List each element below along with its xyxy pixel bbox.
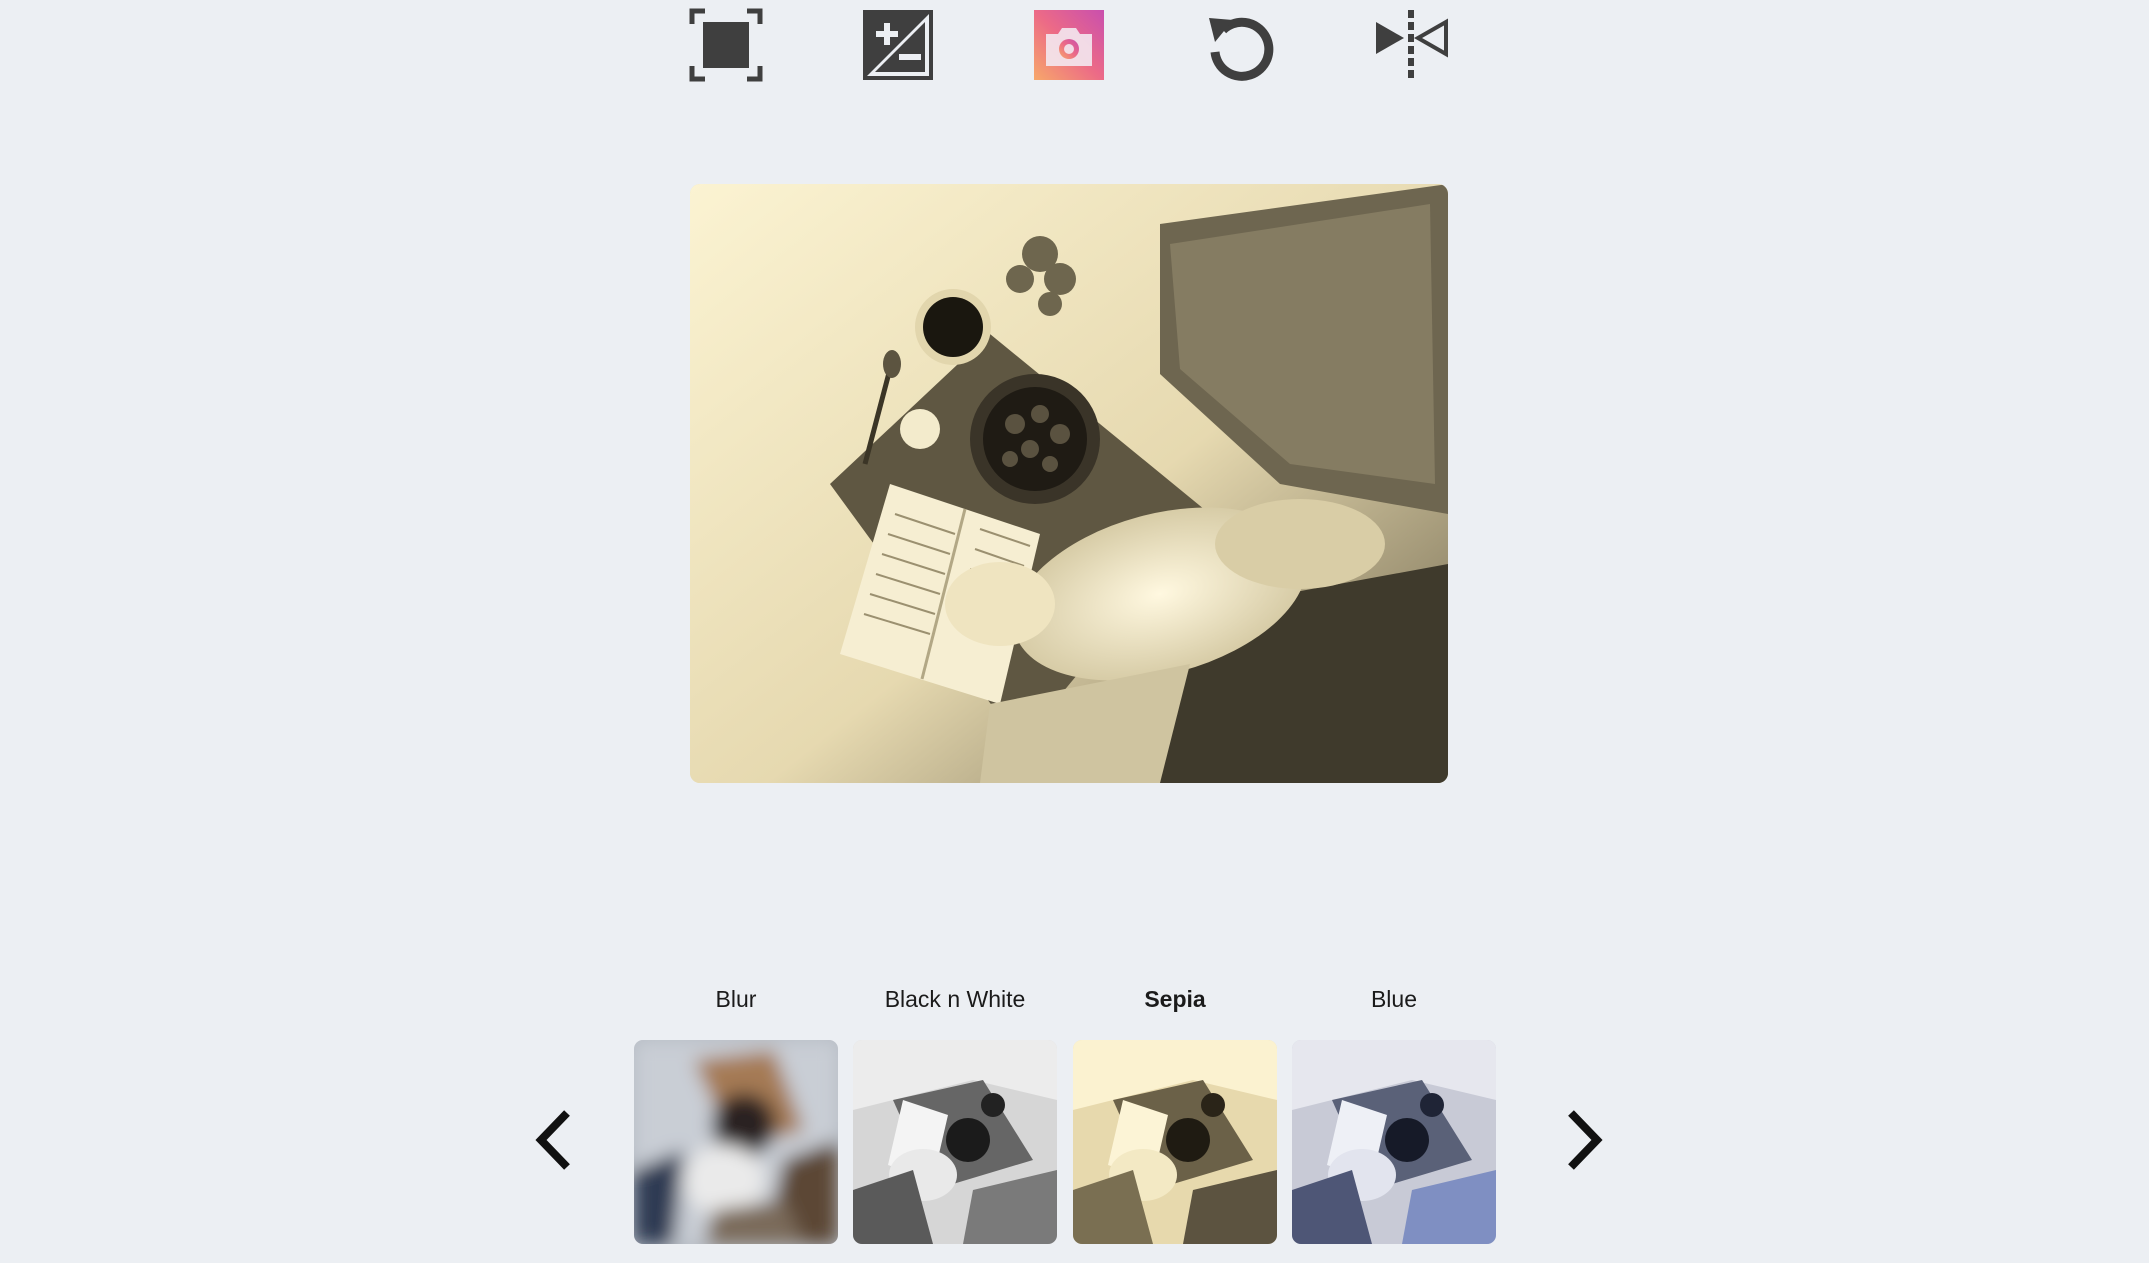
sepia-thumbnail-image	[1073, 1040, 1277, 1244]
chevron-right-icon	[1568, 1110, 1603, 1170]
exposure-icon	[863, 10, 933, 80]
filter-option-blur[interactable]: Blur	[634, 985, 838, 1244]
filter-thumbnail-sepia[interactable]	[1073, 1040, 1277, 1244]
filter-option-sepia[interactable]: Sepia	[1073, 985, 1277, 1244]
filter-thumbnail-blur[interactable]	[634, 1040, 838, 1244]
bw-thumbnail-image	[853, 1040, 1057, 1244]
chevron-left-icon	[535, 1110, 570, 1170]
previous-filter-button[interactable]	[525, 1105, 585, 1175]
filter-label: Black n White	[884, 986, 1026, 1012]
filter-thumbnail-black-n-white[interactable]	[853, 1040, 1057, 1244]
rotate-button[interactable]	[1203, 8, 1277, 82]
photo-preview	[690, 184, 1448, 783]
filter-option-blue[interactable]: Blue	[1292, 985, 1496, 1244]
filter-button[interactable]	[1032, 8, 1106, 82]
filter-label: Sepia	[1144, 986, 1206, 1012]
filter-icon	[1034, 10, 1104, 80]
rotate-icon	[1209, 17, 1274, 81]
filter-label: Blue	[1370, 986, 1418, 1012]
crop-button[interactable]	[689, 8, 763, 82]
crop-icon	[689, 8, 763, 82]
exposure-button[interactable]	[861, 8, 935, 82]
flip-icon	[1376, 10, 1448, 78]
preview-image	[690, 184, 1448, 783]
filter-label: Blur	[715, 986, 757, 1012]
blur-thumbnail-image	[634, 1040, 838, 1244]
filter-option-black-n-white[interactable]: Black n White	[853, 985, 1057, 1244]
blue-thumbnail-image	[1292, 1040, 1496, 1244]
editor-toolbar	[0, 0, 2149, 110]
flip-button[interactable]	[1374, 8, 1448, 82]
next-filter-button[interactable]	[1553, 1105, 1613, 1175]
filter-thumbnail-blue[interactable]	[1292, 1040, 1496, 1244]
